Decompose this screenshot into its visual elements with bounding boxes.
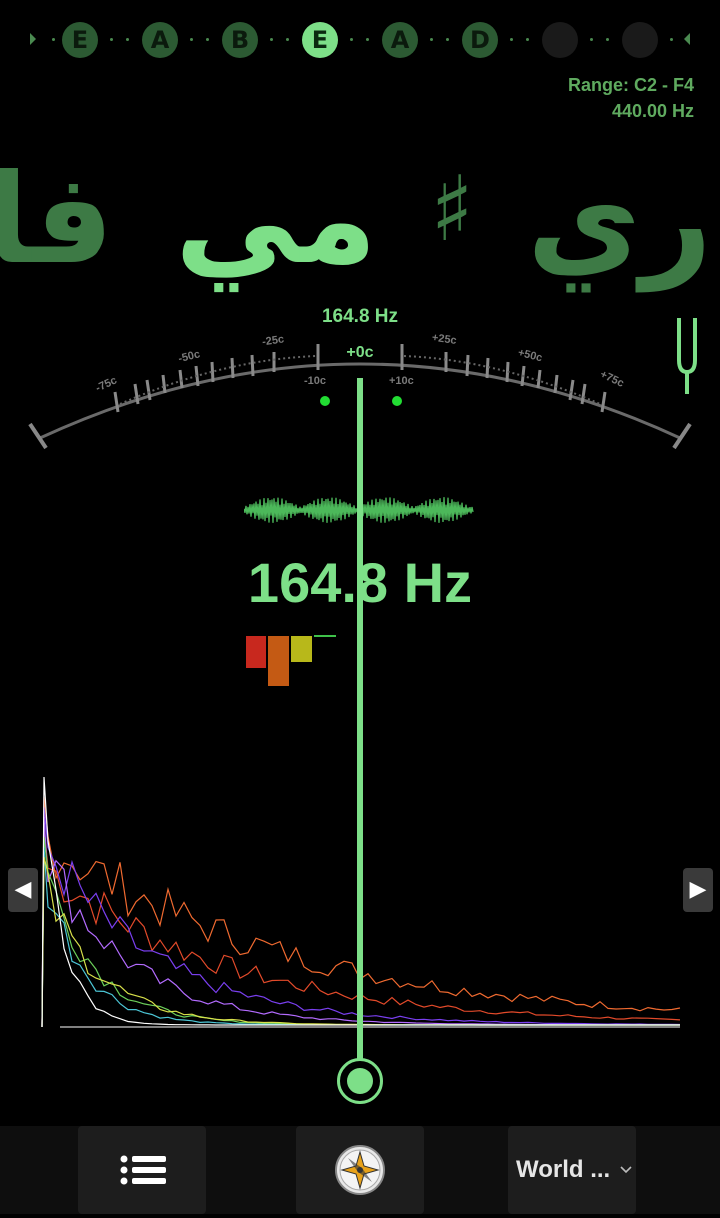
current-note: مي: [174, 148, 378, 292]
string-selector: E A B E A D: [0, 18, 720, 62]
level-bar-1: [246, 636, 266, 668]
tuning-select[interactable]: World ...: [508, 1126, 636, 1214]
string-1-button[interactable]: E: [62, 22, 98, 58]
right-arrow-icon[interactable]: ▶: [683, 868, 713, 912]
tick-label: +10c: [389, 375, 414, 387]
tuning-label: World ...: [516, 1156, 611, 1183]
string-7-button[interactable]: [542, 22, 578, 58]
separator-dot: [110, 38, 113, 41]
reference-pitch: 440.00 Hz: [611, 101, 694, 121]
chevron-down-icon: [620, 1166, 632, 1174]
separator-dot: [526, 38, 529, 41]
string-5-button[interactable]: A: [382, 22, 418, 58]
tick-label: +50c: [517, 347, 544, 365]
separator-dot: [190, 38, 193, 41]
separator-dot: [286, 38, 289, 41]
level-bar-3: [291, 636, 312, 662]
list-icon: [120, 1155, 166, 1185]
tick-label: +25c: [431, 332, 457, 347]
tick-label: -50c: [177, 348, 201, 365]
tick-label: -25c: [261, 333, 284, 348]
separator-dot: [590, 38, 593, 41]
tick-label: +75c: [598, 368, 626, 389]
range-info[interactable]: Range: C2 - F4 440.00 Hz: [568, 72, 694, 124]
tick-label: -75c: [94, 374, 119, 394]
sharp-symbol: ♯: [430, 157, 474, 262]
meter-frequency-label: 164.8 Hz: [321, 306, 399, 327]
string-3-button[interactable]: B: [222, 22, 258, 58]
separator-dot: [670, 38, 673, 41]
bottom-bar: World ...: [0, 1126, 720, 1214]
separator-dot: [510, 38, 513, 41]
level-bar-4: [314, 635, 336, 637]
left-in-tune-dot: [320, 396, 330, 406]
tick-label: -10c: [304, 375, 326, 387]
separator-dot: [446, 38, 449, 41]
string-6-button[interactable]: D: [462, 22, 498, 58]
separator-dot: [52, 38, 55, 41]
separator-dot: [270, 38, 273, 41]
compass-icon: [335, 1145, 385, 1195]
string-2-button[interactable]: A: [142, 22, 178, 58]
separator-dot: [206, 38, 209, 41]
left-arrow-icon[interactable]: ◀: [8, 868, 38, 912]
separator-dot: [606, 38, 609, 41]
separator-dot: [126, 38, 129, 41]
left-triangle-icon[interactable]: [30, 33, 36, 45]
string-4-button[interactable]: E: [302, 22, 338, 58]
string-8-button[interactable]: [622, 22, 658, 58]
tuning-needle: [357, 378, 363, 1078]
menu-button[interactable]: [78, 1126, 206, 1214]
separator-dot: [350, 38, 353, 41]
range-label: Range: C2 - F4: [567, 75, 694, 95]
cents-offset-label: +0c: [346, 344, 374, 361]
separator-dot: [366, 38, 369, 41]
tuning-fork-icon[interactable]: [677, 318, 697, 394]
separator-dot: [430, 38, 433, 41]
right-triangle-icon[interactable]: [684, 33, 690, 45]
note-display: ري ♯ مي فا: [0, 135, 720, 292]
level-bar-2: [268, 636, 289, 686]
right-in-tune-dot: [392, 396, 402, 406]
compass-button[interactable]: [296, 1126, 424, 1214]
previous-note: فا: [0, 148, 114, 292]
needle-handle[interactable]: [337, 1058, 383, 1104]
signal-level-bars: [246, 635, 336, 686]
next-note: ري: [526, 148, 712, 292]
